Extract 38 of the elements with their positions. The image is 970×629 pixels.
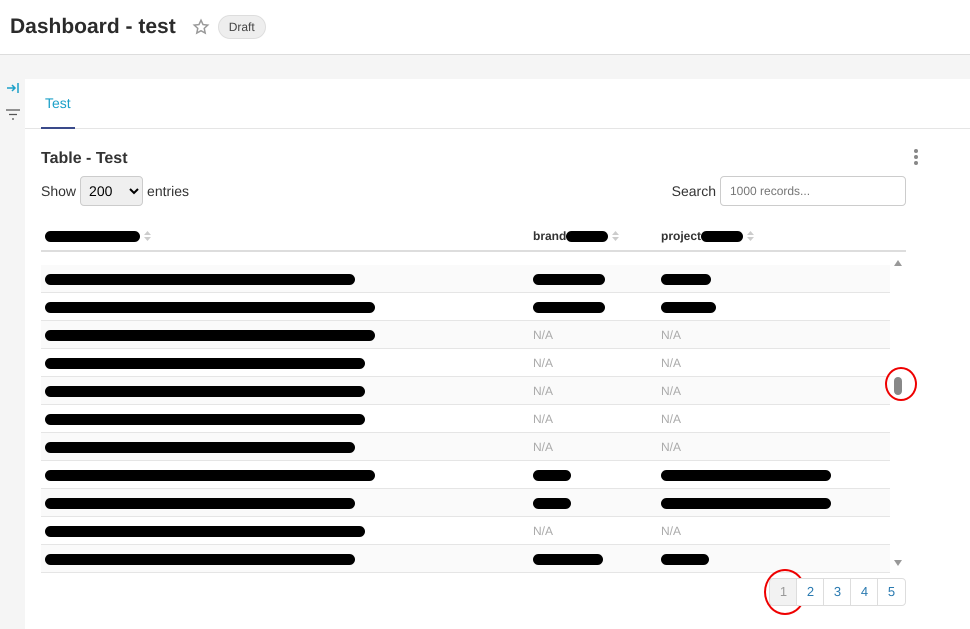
filter-icon[interactable] xyxy=(6,109,20,120)
table-cell: N/A xyxy=(661,328,682,342)
page-button[interactable]: 1 xyxy=(769,578,798,606)
scroll-up-icon[interactable] xyxy=(894,260,902,266)
scrollbar-thumb[interactable] xyxy=(894,377,902,396)
page-button[interactable]: 2 xyxy=(796,578,825,606)
page-title: Dashboard - test xyxy=(10,14,176,40)
scroll-down-icon[interactable] xyxy=(894,560,902,566)
page-button[interactable]: 4 xyxy=(850,578,879,606)
show-label: Show xyxy=(41,182,76,201)
table-cell: N/A xyxy=(533,524,554,538)
entries-label: entries xyxy=(147,182,190,201)
column-header[interactable]: brand xyxy=(533,227,566,246)
star-icon[interactable] xyxy=(192,18,210,36)
sort-icon[interactable] xyxy=(144,231,151,242)
table-cell: N/A xyxy=(533,384,554,398)
expand-icon[interactable] xyxy=(6,83,18,93)
table-cell: N/A xyxy=(533,356,554,370)
table-cell: N/A xyxy=(661,412,682,426)
table-title: Table - Test xyxy=(41,149,129,168)
table-cell: N/A xyxy=(533,440,554,454)
sort-icon[interactable] xyxy=(747,231,754,242)
tab[interactable]: Test xyxy=(41,79,75,129)
page-button[interactable]: 5 xyxy=(877,578,906,606)
table-cell: N/A xyxy=(661,524,682,538)
search-label: Search xyxy=(672,182,716,201)
column-header[interactable]: project xyxy=(661,227,702,246)
search-field[interactable]: 1000 records... xyxy=(720,176,906,206)
sort-icon[interactable] xyxy=(612,231,620,242)
status-badge: Draft xyxy=(218,15,266,39)
table-cell: N/A xyxy=(661,356,682,370)
more-options-icon[interactable] xyxy=(914,149,918,165)
table-cell: N/A xyxy=(661,440,682,454)
page-button[interactable]: 3 xyxy=(823,578,852,606)
table-cell: N/A xyxy=(533,412,554,426)
table-cell: N/A xyxy=(533,328,554,342)
table-cell: N/A xyxy=(661,384,682,398)
entries-select[interactable]: 200 xyxy=(80,176,144,206)
